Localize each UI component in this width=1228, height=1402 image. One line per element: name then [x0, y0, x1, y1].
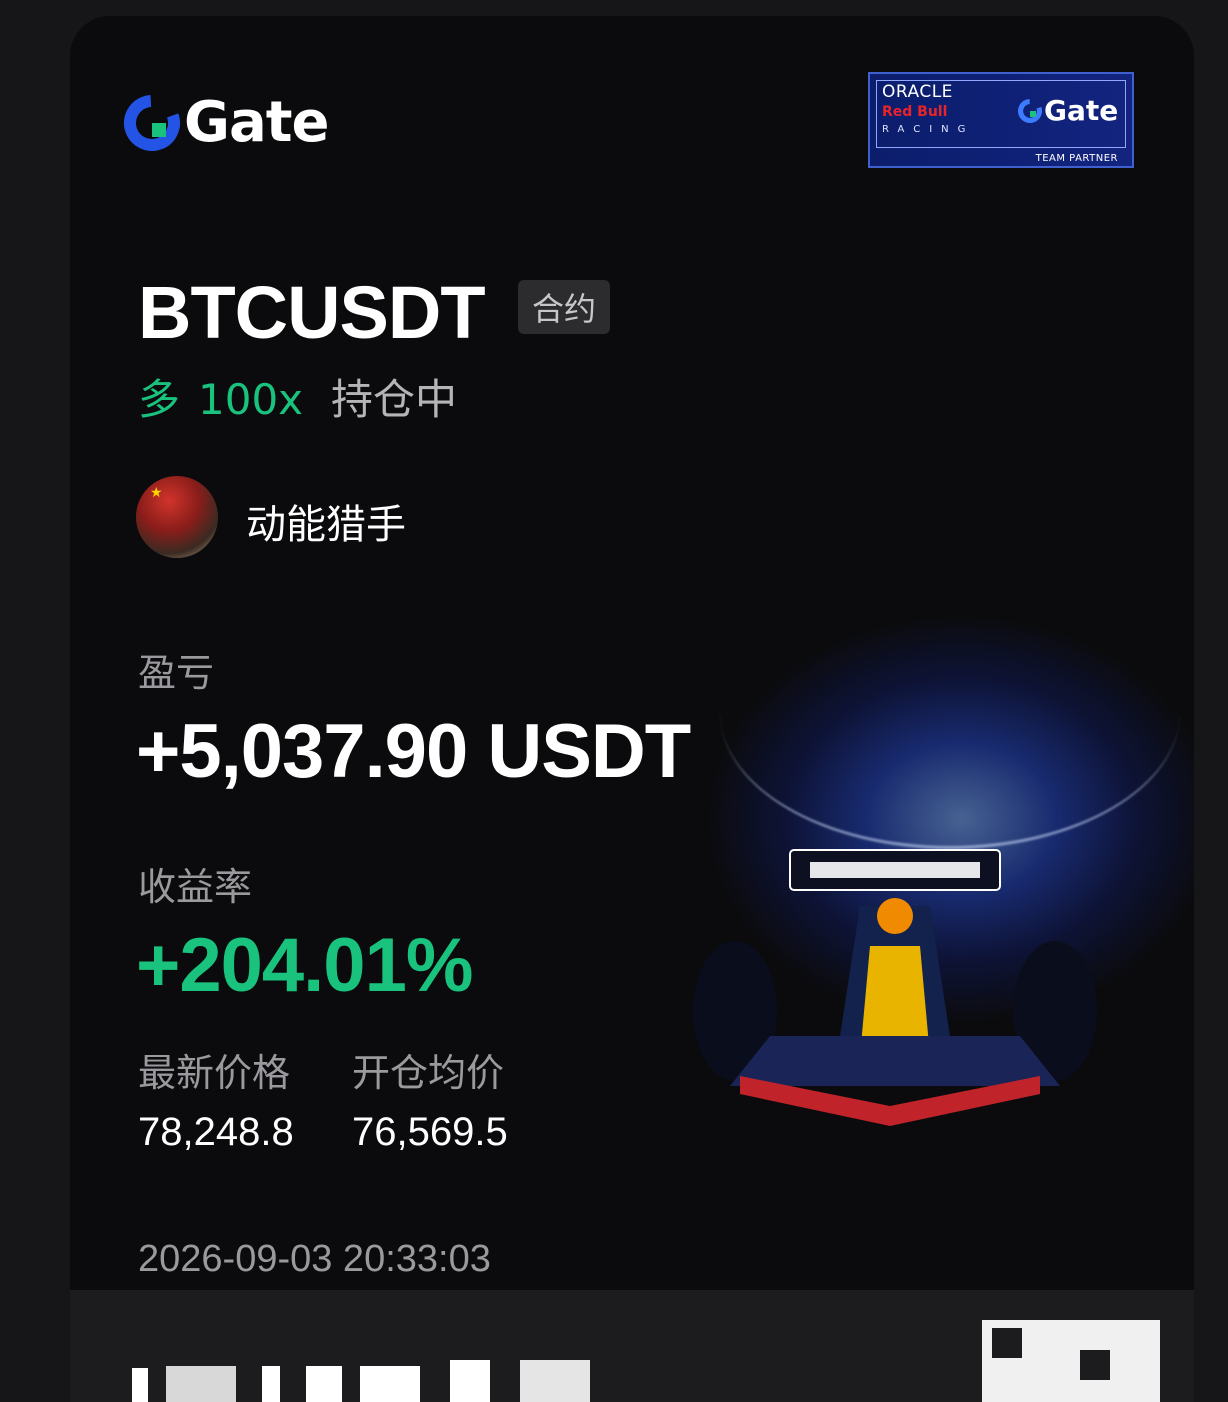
- gate-logo-icon: [1018, 98, 1042, 123]
- last-price-value: 78,248.8: [138, 1110, 294, 1154]
- contract-symbol: BTCUSDT: [138, 271, 486, 354]
- partner-gate-text: Gate: [1044, 94, 1119, 127]
- roi-label: 收益率: [138, 865, 253, 909]
- leverage: 100x: [198, 375, 304, 424]
- racing-text: RACING: [882, 124, 975, 135]
- background-arc: [720, 576, 1180, 849]
- username: 动能猎手: [246, 502, 406, 548]
- gate-logo-icon: [124, 94, 180, 151]
- blurred-text: [166, 1366, 236, 1402]
- entry-price-value: 76,569.5: [352, 1110, 508, 1154]
- gate-logo: Gate: [124, 90, 330, 155]
- redbull-text: Red Bull: [882, 104, 948, 120]
- blurred-text: [520, 1360, 590, 1402]
- qr-code-cell: [1080, 1350, 1110, 1380]
- pnl-share-card: Gate ORACLE Red Bull RACING Gate TEAM PA…: [70, 16, 1194, 1402]
- timestamp: 2026-09-03 20:33:03: [138, 1238, 491, 1280]
- last-price-label: 最新价格: [138, 1051, 291, 1095]
- partner-badge: ORACLE Red Bull RACING Gate TEAM PARTNER: [868, 72, 1134, 168]
- position-info: 多 100x 持仓中: [138, 366, 457, 427]
- team-partner-text: TEAM PARTNER: [1035, 153, 1118, 164]
- contract-type-tag: 合约: [518, 280, 611, 334]
- oracle-text: ORACLE: [882, 82, 953, 102]
- blurred-text: [262, 1366, 280, 1402]
- entry-price-label: 开仓均价: [352, 1051, 505, 1095]
- blurred-text: [360, 1366, 420, 1402]
- blurred-text: [450, 1360, 490, 1402]
- avatar-star-icon: ★: [150, 484, 163, 500]
- footer-bar: [70, 1290, 1194, 1402]
- blurred-text: [306, 1366, 342, 1402]
- roi-value: +204.01%: [136, 923, 473, 1008]
- qr-code-finder: [992, 1328, 1022, 1358]
- position-side: 多: [138, 375, 181, 424]
- race-car-image: [693, 849, 1097, 1126]
- position-status: 持仓中: [331, 375, 458, 424]
- pnl-value: +5,037.90 USDT: [136, 709, 691, 794]
- pnl-label: 盈亏: [138, 651, 215, 695]
- avatar: ★: [136, 476, 218, 558]
- partner-gate-logo: Gate: [1018, 94, 1118, 127]
- blurred-text: [132, 1368, 148, 1402]
- brand-name: Gate: [184, 90, 330, 155]
